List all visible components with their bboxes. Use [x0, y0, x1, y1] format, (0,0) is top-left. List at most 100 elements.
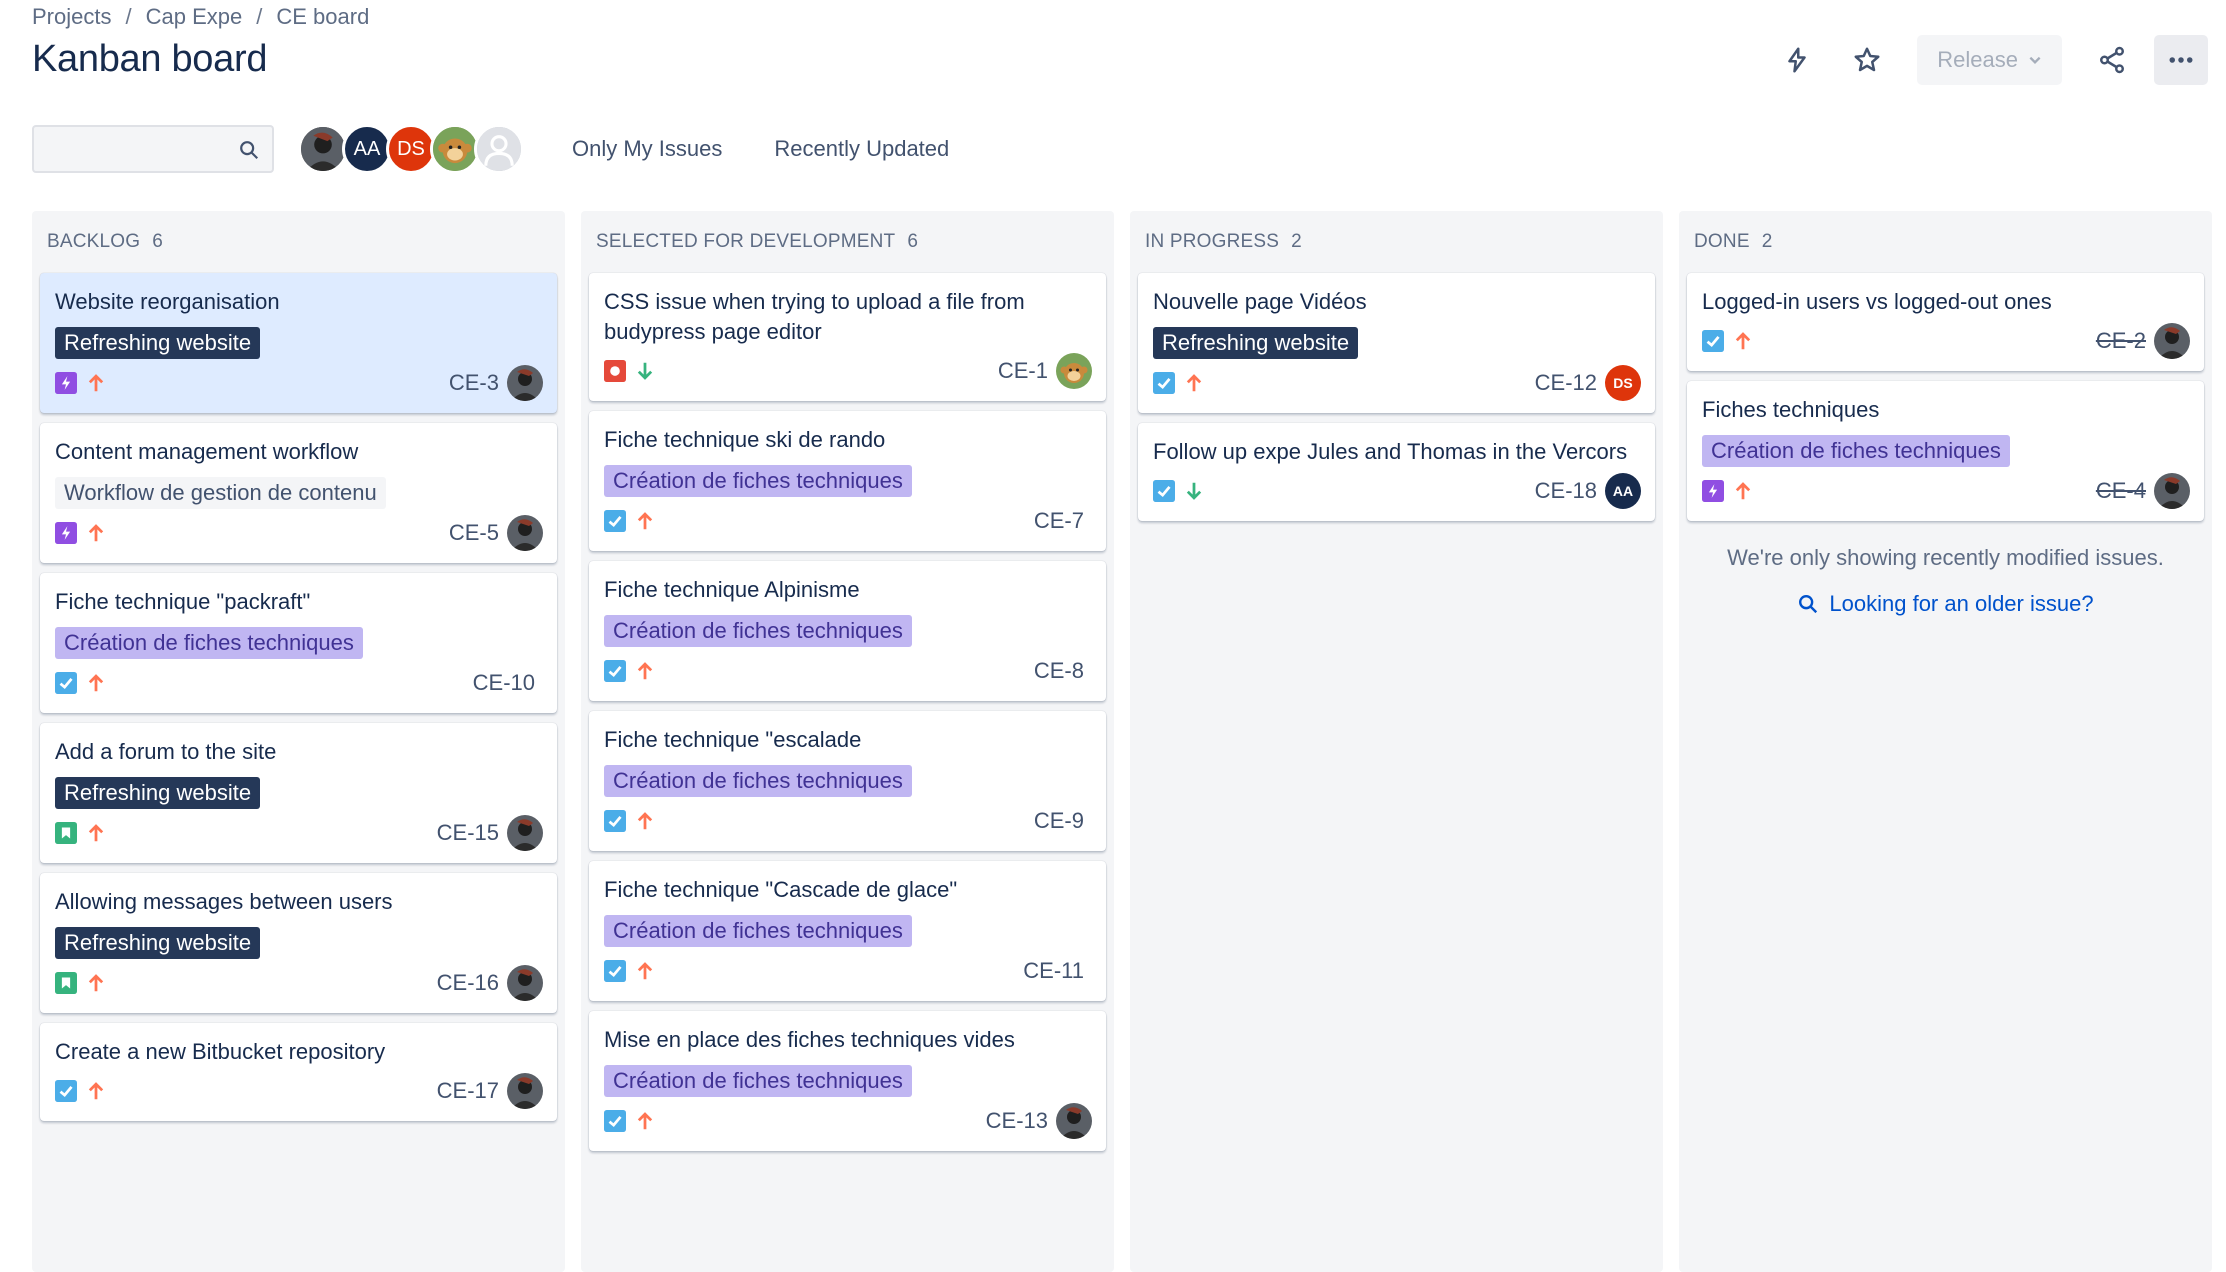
issue-card[interactable]: Allowing messages between users Refreshin…: [40, 873, 557, 1013]
star-button[interactable]: [1839, 34, 1895, 86]
task-icon: [604, 960, 626, 982]
issue-key[interactable]: CE-3: [449, 370, 499, 396]
priority-high-icon: [1735, 482, 1751, 500]
assignee-avatar[interactable]: DS: [1605, 365, 1641, 401]
assignee-avatar[interactable]: [1056, 1103, 1092, 1139]
search-input[interactable]: [34, 127, 272, 171]
assignee-avatar[interactable]: [507, 1073, 543, 1109]
avatar-initials: DS: [397, 137, 425, 160]
older-issue-link[interactable]: Looking for an older issue?: [1687, 591, 2204, 617]
assignee-avatar[interactable]: [507, 815, 543, 851]
assignee-avatar[interactable]: [507, 365, 543, 401]
issue-card[interactable]: Follow up expe Jules and Thomas in the V…: [1138, 423, 1655, 521]
user-photo-icon: [507, 815, 543, 851]
issue-key[interactable]: CE-4: [2096, 478, 2146, 504]
more-button[interactable]: [2154, 35, 2208, 85]
assignee-avatar[interactable]: [507, 515, 543, 551]
avatar-filter-photo[interactable]: [298, 124, 348, 174]
issue-card[interactable]: Content management workflow Workflow de g…: [40, 423, 557, 563]
avatar-filter-ds[interactable]: DS: [386, 124, 436, 174]
issue-card[interactable]: Fiche technique ski de rando Création de …: [589, 411, 1106, 551]
issue-key[interactable]: CE-2: [2096, 328, 2146, 354]
issue-key[interactable]: CE-12: [1535, 370, 1597, 396]
card-title: Allowing messages between users: [55, 889, 393, 914]
priority-high-icon: [637, 662, 653, 680]
done-column-note: We're only showing recently modified iss…: [1727, 545, 2164, 570]
user-photo-icon: [507, 365, 543, 401]
avatar-filter-monkey[interactable]: [430, 124, 480, 174]
epic-label: Création de fiches techniques: [604, 765, 912, 797]
issue-key[interactable]: CE-1: [998, 358, 1048, 384]
automation-button[interactable]: [1769, 34, 1825, 86]
task-icon: [1702, 330, 1724, 352]
issue-key[interactable]: CE-5: [449, 520, 499, 546]
issue-key[interactable]: CE-16: [437, 970, 499, 996]
assignee-avatar[interactable]: [1056, 353, 1092, 389]
issue-key[interactable]: CE-8: [1034, 658, 1084, 684]
issue-card[interactable]: Add a forum to the site Refreshing websit…: [40, 723, 557, 863]
task-icon: [604, 660, 626, 682]
avatar-filter-unassigned[interactable]: [474, 124, 524, 174]
issue-card[interactable]: Fiche technique Alpinisme Création de fic…: [589, 561, 1106, 701]
avatar-filter-aa[interactable]: AA: [342, 124, 392, 174]
issue-card[interactable]: Create a new Bitbucket repository CE-17: [40, 1023, 557, 1121]
issue-card[interactable]: Fiches techniques Création de fiches tech…: [1687, 381, 2204, 521]
filter-recently-updated[interactable]: Recently Updated: [774, 136, 949, 162]
assignee-avatar[interactable]: [507, 965, 543, 1001]
issue-card[interactable]: Logged-in users vs logged-out ones CE-2: [1687, 273, 2204, 371]
card-footer: CE-9: [604, 803, 1092, 839]
issue-key[interactable]: CE-10: [473, 670, 535, 696]
monkey-icon: [1056, 353, 1092, 389]
assignee-avatar[interactable]: AA: [1605, 473, 1641, 509]
release-label: Release: [1937, 47, 2018, 72]
column-title: IN PROGRESS: [1145, 231, 1280, 252]
share-button[interactable]: [2084, 34, 2140, 86]
epic-label: Refreshing website: [55, 327, 261, 359]
issue-card[interactable]: Fiche technique "packraft" Création de fi…: [40, 573, 557, 713]
issue-card[interactable]: Website reorganisation Refreshing website…: [40, 273, 557, 413]
task-icon: [604, 1110, 626, 1132]
issue-card[interactable]: CSS issue when trying to upload a file f…: [589, 273, 1106, 401]
card-footer: CE-12 DS: [1153, 365, 1641, 401]
card-footer: CE-3: [55, 365, 543, 401]
issue-card[interactable]: Mise en place des fiches techniques vide…: [589, 1011, 1106, 1151]
priority-high-icon: [637, 1112, 653, 1130]
issue-card[interactable]: Fiche technique "Cascade de glace" Créati…: [589, 861, 1106, 1001]
card-title: Create a new Bitbucket repository: [55, 1039, 386, 1064]
card-footer: CE-8: [604, 653, 1092, 689]
card-title: Fiche technique ski de rando: [604, 427, 886, 452]
filter-only-my-issues[interactable]: Only My Issues: [572, 136, 722, 162]
priority-high-icon: [637, 812, 653, 830]
issue-key[interactable]: CE-7: [1034, 508, 1084, 534]
issue-key[interactable]: CE-15: [437, 820, 499, 846]
column-header: BACKLOG 6: [40, 211, 557, 273]
issue-card[interactable]: Fiche technique "escalade Création de fic…: [589, 711, 1106, 851]
issue-card[interactable]: Nouvelle page Vidéos Refreshing website CE…: [1138, 273, 1655, 413]
epic-icon: [55, 522, 77, 544]
board-column: IN PROGRESS 2 Nouvelle page Vidéos Refreshi…: [1130, 211, 1663, 1272]
epic-label: Création de fiches techniques: [604, 615, 912, 647]
assignee-avatar[interactable]: [2154, 323, 2190, 359]
issue-key[interactable]: CE-18: [1535, 478, 1597, 504]
priority-low-icon: [637, 362, 653, 380]
release-button[interactable]: Release: [1917, 35, 2062, 85]
card-footer: CE-13: [604, 1103, 1092, 1139]
card-title: Logged-in users vs logged-out ones: [1702, 289, 2052, 314]
issue-key[interactable]: CE-11: [1023, 958, 1084, 984]
card-title: Fiche technique "packraft": [55, 589, 311, 614]
card-title: Website reorganisation: [55, 289, 280, 314]
story-icon: [55, 822, 77, 844]
priority-high-icon: [88, 674, 104, 692]
epic-label: Création de fiches techniques: [604, 1065, 912, 1097]
issue-key[interactable]: CE-17: [437, 1078, 499, 1104]
breadcrumb-board[interactable]: CE board: [276, 4, 369, 30]
card-title: Content management workflow: [55, 439, 359, 464]
breadcrumb-projects[interactable]: Projects: [32, 4, 111, 30]
epic-label: Création de fiches techniques: [604, 465, 912, 497]
breadcrumb-project[interactable]: Cap Expe: [146, 4, 243, 30]
issue-key[interactable]: CE-9: [1034, 808, 1084, 834]
issue-key[interactable]: CE-13: [986, 1108, 1048, 1134]
avatar-filter-group: AA DS: [298, 124, 524, 174]
assignee-avatar[interactable]: [2154, 473, 2190, 509]
priority-high-icon: [88, 524, 104, 542]
